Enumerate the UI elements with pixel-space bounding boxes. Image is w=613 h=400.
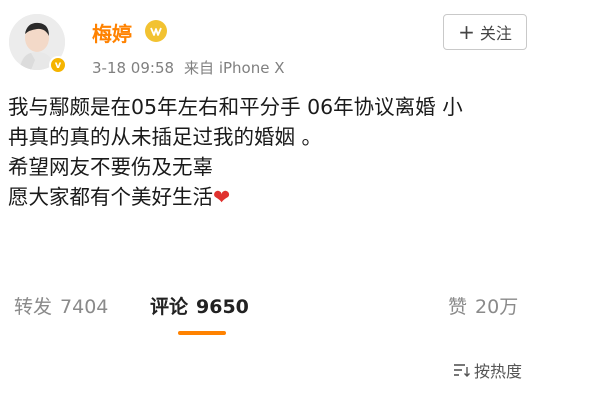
post-source: 来自 iPhone X	[184, 59, 285, 77]
repost-tab[interactable]: 转发 7404	[14, 292, 108, 319]
heart-icon: ❤	[213, 185, 231, 209]
post-line: 希望网友不要伤及无辜	[8, 155, 213, 179]
verified-mark: v	[54, 59, 62, 71]
follow-label: 关注	[479, 24, 512, 43]
verified-badge: v	[49, 56, 67, 74]
sort-icon	[454, 364, 470, 377]
post-line: 愿大家都有个美好生活	[8, 185, 213, 209]
post-line: 我与鄢颇是在05年左右和平分手 06年协议离婚 小	[8, 95, 463, 119]
level-badge-icon	[145, 20, 167, 42]
post-meta: 3-18 09:58 来自 iPhone X	[92, 57, 295, 78]
like-tab[interactable]: 赞 20万	[448, 292, 518, 319]
stats-bar: 转发 7404 评论 9650 赞 20万	[0, 292, 613, 328]
follow-button[interactable]: + 关注	[443, 14, 527, 50]
plus-icon: +	[458, 20, 475, 44]
sort-button[interactable]: 按热度	[452, 358, 522, 382]
repost-count: 7404	[60, 296, 109, 318]
username[interactable]: 梅婷	[92, 18, 132, 47]
comment-count: 9650	[196, 296, 249, 318]
post-line: 冉真的真的从未插足过我的婚姻 。	[8, 125, 323, 149]
like-label: 赞	[448, 296, 468, 318]
like-count: 20万	[475, 296, 519, 318]
active-tab-indicator	[178, 331, 226, 335]
post-timestamp: 3-18 09:58	[92, 59, 175, 77]
comment-label: 评论	[150, 296, 189, 318]
post-text: 我与鄢颇是在05年左右和平分手 06年协议离婚 小 冉真的真的从未插足过我的婚姻…	[8, 92, 604, 212]
repost-label: 转发	[14, 296, 53, 318]
sort-label: 按热度	[474, 362, 523, 381]
post-line-with-emoji: 愿大家都有个美好生活❤	[8, 182, 604, 212]
comment-tab[interactable]: 评论 9650	[150, 292, 249, 319]
